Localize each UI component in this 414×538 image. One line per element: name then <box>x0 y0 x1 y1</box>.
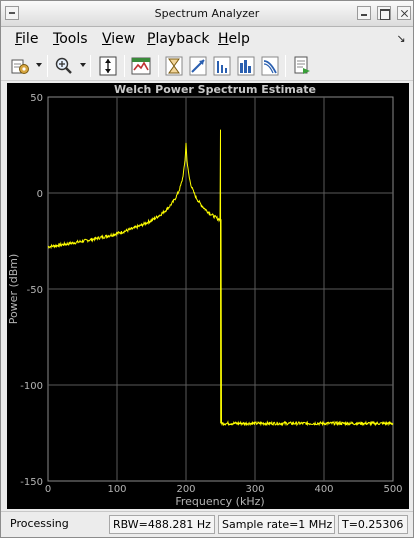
generate-script-icon[interactable] <box>291 55 313 77</box>
toolbar-separator <box>285 55 286 77</box>
y-tick-label: 50 <box>30 93 43 104</box>
menu-tools[interactable]: Tools <box>53 31 88 47</box>
spectrum-analyzer-window: Spectrum Analyzer File Tools View Playba… <box>0 0 414 538</box>
spectrum-plot-panel[interactable]: 0 100 200 300 400 500 50 0 -50 -100 -150 Welch Pow… <box>7 83 409 509</box>
zoom-in-icon[interactable] <box>53 55 75 77</box>
distortion-measurements-icon[interactable] <box>211 55 233 77</box>
toolbar <box>1 51 413 81</box>
menu-playback[interactable]: Playback <box>147 31 209 47</box>
peak-finder-icon[interactable] <box>187 55 209 77</box>
y-axis-label: Power (dBm) <box>7 254 20 325</box>
close-icon[interactable] <box>397 6 411 20</box>
status-state: Processing <box>10 517 69 530</box>
settings-dropdown-icon[interactable] <box>36 63 42 67</box>
settings-icon[interactable] <box>9 55 31 77</box>
x-tick-label: 400 <box>314 484 333 495</box>
minimize-icon[interactable] <box>357 6 371 20</box>
window-title: Spectrum Analyzer <box>154 7 260 20</box>
spectrum-chart[interactable]: 0 100 200 300 400 500500-50-100-150 Welch Pow… <box>7 83 409 509</box>
menu-bar: File Tools View Playback Help ↘ <box>1 27 413 51</box>
x-tick-label: 200 <box>176 484 195 495</box>
status-bar: Processing RBW=488.281 Hz Sample rate=1 … <box>1 511 413 537</box>
toolbar-separator <box>90 55 91 77</box>
data-cursors-icon[interactable] <box>163 55 185 77</box>
menu-file[interactable]: File <box>15 31 38 47</box>
menu-help[interactable]: Help <box>218 31 250 47</box>
spectrum-settings-icon[interactable] <box>130 55 152 77</box>
toolbar-separator <box>158 55 159 77</box>
status-time: T=0.25306 <box>338 515 408 534</box>
x-axis-label: Frequency (kHz) <box>175 495 264 508</box>
toolbar-separator <box>47 55 48 77</box>
x-tick-label: 0 <box>45 484 51 495</box>
y-tick-label: -150 <box>20 477 43 488</box>
chart-title: Welch Power Spectrum Estimate <box>114 83 316 96</box>
spectrum-line-icon[interactable] <box>259 55 281 77</box>
maximize-icon[interactable] <box>377 6 391 20</box>
y-tick-label: -50 <box>27 285 43 296</box>
x-tick-label: 100 <box>107 484 126 495</box>
scale-axes-icon[interactable] <box>97 55 119 77</box>
x-tick-label: 500 <box>383 484 402 495</box>
ccdf-icon[interactable] <box>235 55 257 77</box>
status-rbw: RBW=488.281 Hz <box>109 515 215 534</box>
zoom-dropdown-icon[interactable] <box>80 63 86 67</box>
toolbar-separator <box>124 55 125 77</box>
spectrum-trace <box>47 129 394 427</box>
title-bar: Spectrum Analyzer <box>1 1 413 27</box>
status-sample-rate: Sample rate=1 MHz <box>218 515 335 534</box>
dock-icon[interactable]: ↘ <box>395 33 407 45</box>
menu-view[interactable]: View <box>102 31 135 47</box>
y-tick-label: -100 <box>20 381 43 392</box>
y-tick-label: 0 <box>37 189 43 200</box>
x-tick-label: 300 <box>245 484 264 495</box>
